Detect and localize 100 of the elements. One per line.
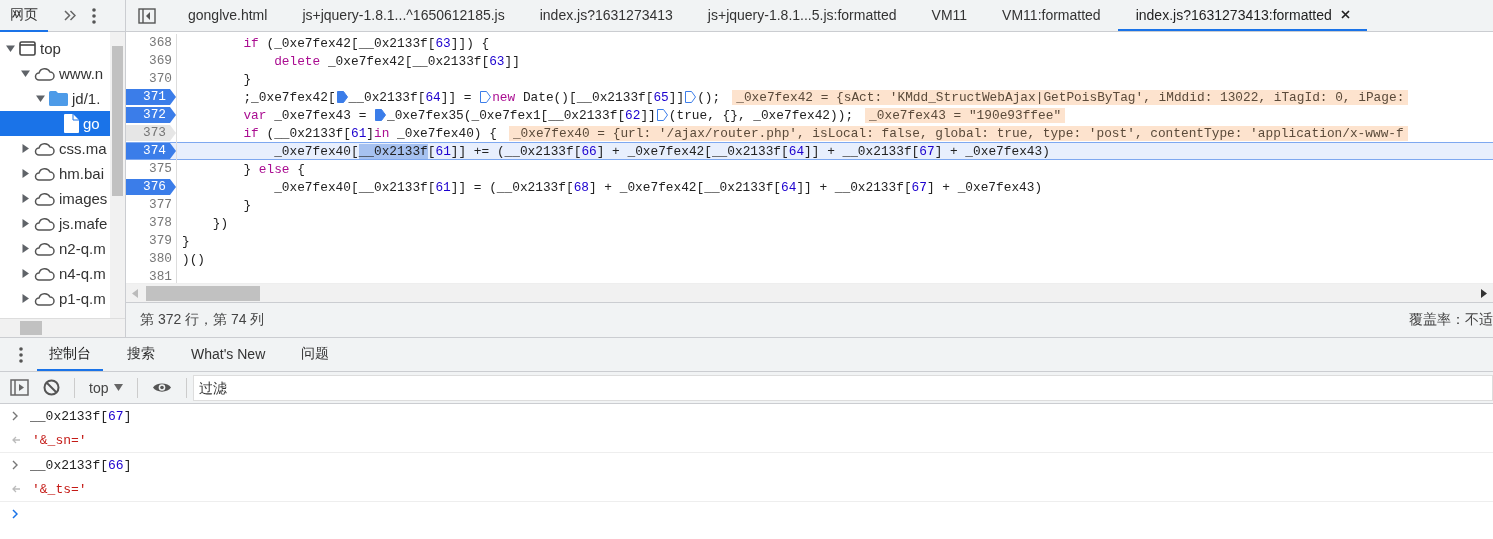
breakpoint-marker-icon[interactable] [336,91,348,103]
code-text: __0x2133f[ [30,408,108,424]
line-number[interactable]: 369 [148,53,176,69]
inline-value: _0xe7fex43 = "190e93ffee" [865,107,1066,123]
window-icon [19,41,36,56]
line-number[interactable]: 368 [148,35,176,51]
cloud-icon [34,241,55,256]
line-number[interactable]: 374 [126,143,176,159]
sidebar-toggle-icon[interactable] [10,379,29,396]
breakpoint-marker-icon[interactable] [480,91,492,103]
line-number[interactable]: 375 [148,161,176,177]
file-tab[interactable]: js+jquery-1.8.1...^1650612185.js [284,0,522,31]
prompt-chevron-icon[interactable] [12,509,18,519]
selected-text: __0x2133f [358,143,428,159]
tree-item[interactable]: css.ma [0,136,110,161]
line-number[interactable]: 378 [148,215,176,231]
scroll-right-icon[interactable] [1481,288,1487,298]
code-text: } [242,197,252,213]
cloud-icon [34,66,55,81]
code-number: 65 [653,89,669,105]
collapsed-arrow-icon[interactable] [21,244,30,253]
line-number[interactable]: 377 [148,197,176,213]
collapsed-arrow-icon[interactable] [21,269,30,278]
line-number[interactable]: 376 [126,179,176,195]
code-number: 64 [781,179,797,195]
file-tab[interactable]: gonglve.html [170,0,285,31]
code-text: ] + _0xe7fex43) [934,143,1050,159]
line-number[interactable]: 370 [148,71,176,87]
code-text: __0x2133f[ [30,457,108,473]
more-menu-icon[interactable] [19,346,23,363]
line-number[interactable]: 379 [148,233,176,249]
tree-item[interactable]: n2-q.m [0,236,110,261]
collapsed-arrow-icon[interactable] [21,219,30,228]
line-number[interactable]: 372 [126,107,176,123]
code-text: } [242,71,252,87]
cloud-icon [34,191,55,206]
line-number[interactable]: 381 [148,269,176,283]
line-number[interactable]: 371 [126,89,176,105]
tree-item[interactable]: n4-q.m [0,261,110,286]
tree-item-label: top [40,40,61,57]
tree-item[interactable]: images [0,186,110,211]
code-text: ]] = (__0x2133f[ [450,179,574,195]
expanded-arrow-icon[interactable] [21,69,30,78]
result-arrow-icon [12,485,20,493]
drawer-tab[interactable]: 问题 [289,338,342,371]
file-tab[interactable]: js+jquery-1.8.1...5.js:formatted [689,0,914,31]
file-tab[interactable]: index.js?1631273413 [521,0,690,31]
code-text: ]] + __0x2133f[ [804,143,920,159]
horizontal-scrollbar[interactable] [126,283,1493,302]
file-tab-label: gonglve.html [188,6,268,23]
vertical-scrollbar[interactable] [110,32,125,318]
cloud-icon [34,291,55,306]
tree-item-label: p1-q.m [59,290,106,307]
toggle-navigator-icon[interactable] [138,7,156,24]
collapsed-arrow-icon[interactable] [21,169,30,178]
code-text: ]] [504,53,520,69]
code-text: _0xe7fex40[ [273,143,359,159]
double-chevron-icon[interactable] [64,10,76,21]
input-chevron-icon [12,460,18,470]
breakpoint-marker-icon[interactable] [685,91,697,103]
horizontal-scrollbar[interactable] [0,318,125,337]
code-text: ] + _0xe7fex42[__0x2133f[ [596,143,789,159]
code-text: ]] += (__0x2133f[ [450,143,582,159]
tree-item[interactable]: js.mafe [0,211,110,236]
more-menu-icon[interactable] [92,7,96,24]
tree-item[interactable]: www.n [0,61,110,86]
file-icon [64,114,79,133]
file-tab[interactable]: VM11:formatted [984,0,1118,31]
code-number: 67 [919,143,935,159]
code-keyword: if [242,125,259,141]
tree-item[interactable]: jd/1. [0,86,110,111]
collapsed-arrow-icon[interactable] [21,194,30,203]
breakpoint-marker-icon[interactable] [656,109,668,121]
code-keyword: in [374,125,390,141]
clear-console-icon[interactable] [43,379,60,396]
line-number[interactable]: 380 [148,251,176,267]
collapsed-arrow-icon[interactable] [21,294,30,303]
breakpoint-marker-icon[interactable] [375,109,386,121]
drawer-tab[interactable]: What's New [179,338,278,371]
cursor-position: 第 372 行，第 74 列 [140,311,265,329]
close-icon[interactable] [1340,10,1350,19]
file-tab[interactable]: VM11 [913,0,985,31]
eye-icon[interactable] [152,381,173,394]
collapsed-arrow-icon[interactable] [21,144,30,153]
tree-item[interactable]: top [0,36,110,61]
tree-item-label: n2-q.m [59,240,106,257]
context-dropdown[interactable]: top [89,379,124,396]
tree-item-label: www.n [59,65,104,82]
code-text: ]] [640,107,656,123]
tree-item[interactable]: p1-q.m [0,286,110,311]
expanded-arrow-icon[interactable] [36,94,45,103]
code-number: 63 [489,53,505,69]
line-number[interactable]: 373 [126,125,176,141]
tree-item-label: jd/1. [72,90,101,107]
drawer-tab[interactable]: 搜索 [115,338,167,371]
filter-field[interactable]: 过滤 [193,374,1493,401]
tree-item[interactable]: hm.bai [0,161,110,186]
expanded-arrow-icon[interactable] [6,44,15,53]
file-tab-label: index.js?1631273413:formatted [1135,6,1332,23]
tree-item[interactable]: go [0,111,110,136]
